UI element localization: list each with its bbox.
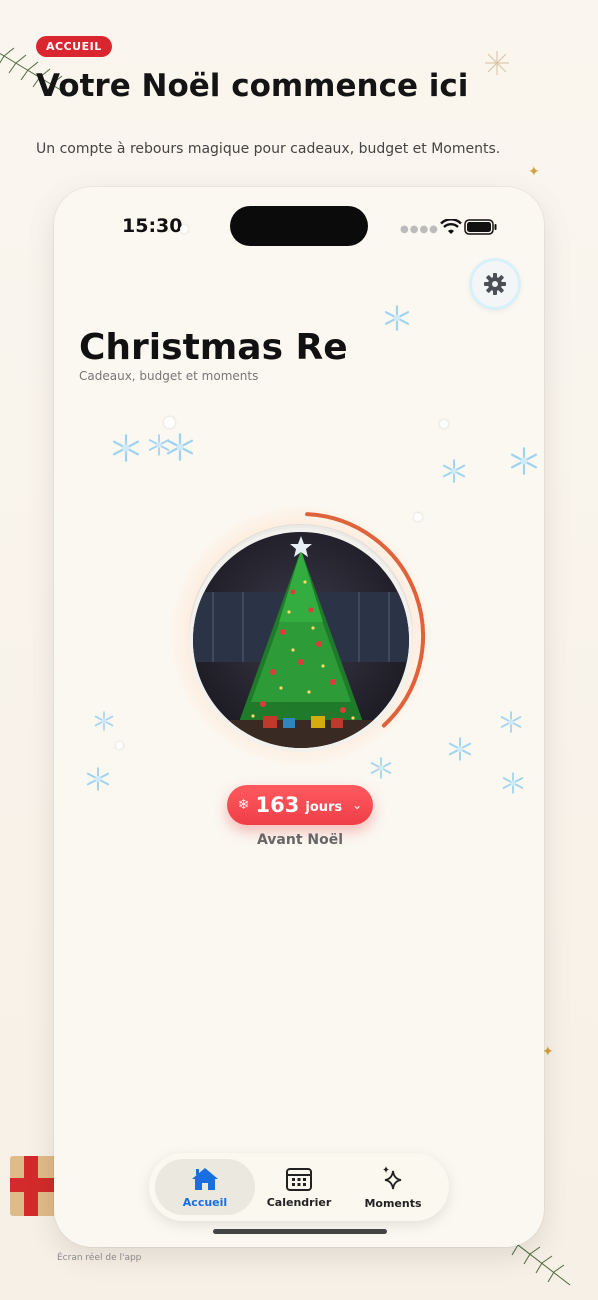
snowflake-icon	[94, 711, 114, 735]
tab-calendrier[interactable]: Calendrier	[249, 1159, 349, 1215]
home-icon	[192, 1167, 218, 1190]
phone-frame: 15:30 ●●●● Christmas Re Cadeaux, budget …	[54, 187, 544, 1247]
dynamic-island	[230, 206, 368, 246]
tab-bar: Accueil Calendrier Moments	[149, 1153, 449, 1221]
section-badge: ACCUEIL	[36, 36, 112, 57]
snow-dot	[180, 225, 188, 233]
tab-label: Calendrier	[266, 1195, 332, 1209]
snowflake-icon	[86, 767, 110, 795]
snowflake-icon	[510, 447, 538, 479]
wifi-icon	[440, 219, 462, 234]
sparkles-icon	[383, 1165, 402, 1189]
days-countdown-button[interactable]: ❄ 163 jours ⌄	[227, 785, 373, 825]
app-title: Christmas Re	[79, 327, 348, 368]
snowflake-icon	[448, 737, 472, 765]
days-value: 163	[255, 793, 300, 817]
countdown-label: Avant Noël	[256, 832, 344, 848]
settings-button[interactable]	[472, 261, 518, 307]
snowflake-icon: ❄	[237, 797, 250, 813]
chevron-down-icon: ⌄	[352, 798, 363, 812]
days-unit: jours	[305, 799, 343, 815]
snowflake-icon	[166, 433, 194, 465]
snowflake-icon	[442, 459, 466, 487]
snowflake-icon	[112, 434, 140, 466]
snow-dot	[116, 742, 123, 749]
screenshot-caption: Écran réel de l'app	[57, 1253, 142, 1263]
snowflake-icon	[502, 772, 524, 798]
tab-label: Moments	[364, 1196, 422, 1210]
page-headline: Votre Noël commence ici	[36, 68, 469, 104]
battery-icon	[464, 219, 497, 235]
snow-dot	[440, 420, 448, 428]
gift-box-decoration	[10, 1156, 54, 1216]
app-subtitle: Cadeaux, budget et moments	[79, 369, 259, 383]
tab-accueil[interactable]: Accueil	[155, 1159, 255, 1215]
countdown-progress-arc	[305, 512, 425, 728]
sparkle-icon: ✦	[528, 164, 540, 180]
signal-icon: ●●●●	[400, 224, 439, 235]
home-indicator	[213, 1229, 387, 1234]
tab-moments[interactable]: Moments	[343, 1159, 443, 1215]
snowflake-icon	[384, 305, 410, 335]
status-time: 15:30	[122, 215, 183, 237]
snowflake-icon	[500, 711, 522, 737]
status-indicators: ●●●●	[400, 217, 500, 237]
tab-label: Accueil	[182, 1195, 228, 1209]
progress-arc-stroke	[305, 512, 425, 728]
snow-dot	[164, 417, 175, 428]
gear-icon	[484, 273, 506, 295]
calendar-icon	[286, 1167, 312, 1191]
page-subtitle: Un compte à rebours magique pour cadeaux…	[36, 141, 501, 157]
